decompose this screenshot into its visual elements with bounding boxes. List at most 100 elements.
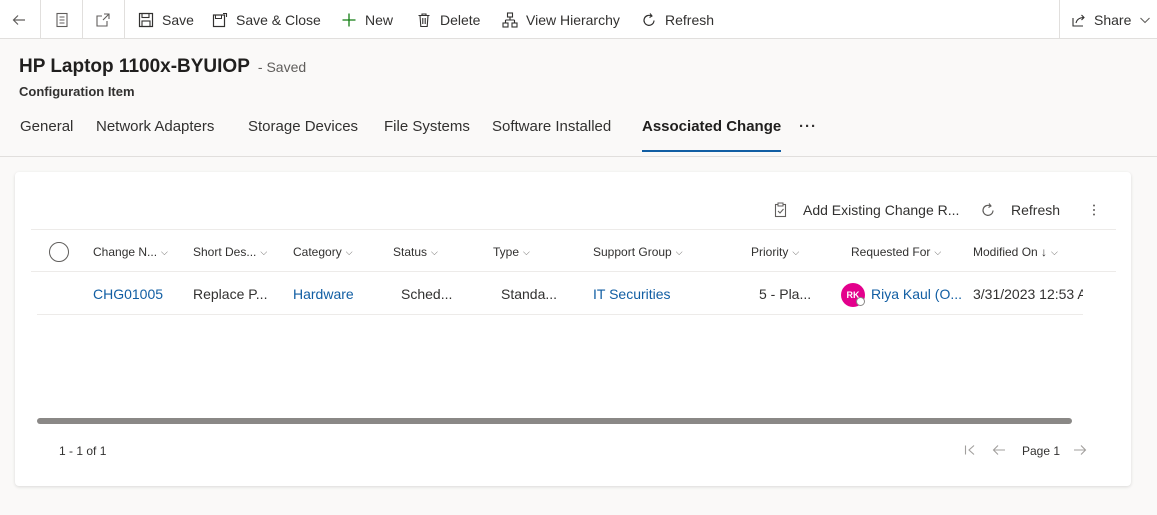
form-selector-button[interactable] <box>54 0 70 39</box>
column-label: Status <box>393 245 428 259</box>
column-label: Change N... <box>93 245 158 259</box>
arrow-left-icon <box>992 445 1005 455</box>
cell-status: Sched... <box>401 286 453 302</box>
share-label: Share <box>1094 11 1132 28</box>
column-header-category[interactable]: Category ⌵ <box>293 243 353 261</box>
column-label: Category <box>293 245 342 259</box>
cell-category[interactable]: Hardware <box>293 286 383 302</box>
tab-software-installed[interactable]: Software Installed <box>492 118 611 152</box>
refresh-button[interactable]: Refresh <box>641 0 714 39</box>
more-vertical-icon <box>1093 204 1095 216</box>
chevron-down-icon: ⌵ <box>431 246 438 257</box>
refresh-icon <box>982 203 994 216</box>
new-label: New <box>365 11 394 28</box>
column-header-change-number[interactable]: Change N... ⌵ <box>93 243 168 261</box>
cell-type: Standa... <box>501 286 558 302</box>
tab-file-systems[interactable]: File Systems <box>384 118 470 152</box>
more-tabs-button[interactable]: ··· <box>799 118 817 152</box>
entity-name: Configuration Item <box>19 84 135 99</box>
first-page-icon <box>964 445 975 455</box>
save-status: - Saved <box>257 59 307 75</box>
cell-change-number[interactable]: CHG01005 <box>93 286 183 302</box>
more-commands-button[interactable] <box>1086 200 1102 220</box>
form-icon <box>56 12 68 27</box>
chevron-down-icon: ⌵ <box>1051 246 1058 257</box>
grid-refresh-button[interactable]: Refresh <box>980 200 1060 220</box>
save-close-label: Save & Close <box>236 11 321 28</box>
record-count: 1 - 1 of 1 <box>59 444 107 458</box>
pop-out-icon <box>96 12 110 27</box>
view-hierarchy-label: View Hierarchy <box>526 11 620 28</box>
hierarchy-icon <box>502 11 518 28</box>
delete-button[interactable]: Delete <box>416 0 480 39</box>
chevron-down-icon: ⌵ <box>675 246 683 257</box>
cell-short-description: Replace P... <box>193 286 268 302</box>
share-icon <box>1072 14 1085 27</box>
cell-requested-for[interactable]: Riya Kaul (O... <box>871 286 966 302</box>
chevron-down-icon <box>1140 17 1151 23</box>
column-header-short-description[interactable]: Short Des... ⌵ <box>193 243 267 261</box>
column-header-support-group[interactable]: Support Group ⌵ <box>593 243 683 261</box>
grid-top-divider <box>31 229 1116 230</box>
record-title: HP Laptop 1100x-BYUIOP <box>19 56 250 77</box>
save-label: Save <box>162 11 194 28</box>
separator <box>82 0 83 39</box>
view-hierarchy-button[interactable]: View Hierarchy <box>502 0 620 39</box>
chevron-down-icon: ⌵ <box>260 246 268 257</box>
separator <box>40 0 41 39</box>
chevron-down-icon: ⌵ <box>345 246 353 257</box>
record-header: HP Laptop 1100x-BYUIOP - Saved <box>19 56 306 78</box>
column-header-type[interactable]: Type ⌵ <box>493 243 530 261</box>
header-divider <box>0 156 1157 157</box>
arrow-right-icon <box>1074 445 1087 455</box>
delete-label: Delete <box>440 11 481 28</box>
column-label: Support Group <box>593 245 672 259</box>
page-number: Page 1 <box>1022 444 1061 458</box>
tab-general[interactable]: General <box>20 118 73 152</box>
header-divider <box>31 271 1116 272</box>
column-header-modified-on[interactable]: Modified On ↓ ⌵ <box>973 243 1058 261</box>
previous-page-button[interactable] <box>992 440 1006 460</box>
row-divider <box>37 314 1083 315</box>
select-all-checkbox[interactable] <box>48 242 70 262</box>
cell-modified-on: 3/31/2023 12:53 A <box>973 286 1083 302</box>
refresh-label: Refresh <box>665 11 715 28</box>
horizontal-scrollbar[interactable] <box>37 418 1072 424</box>
column-label: Short Des... <box>193 245 257 259</box>
column-header-priority[interactable]: Priority ⌵ <box>751 243 799 261</box>
chevron-down-icon: ⌵ <box>523 246 530 257</box>
cell-priority: 5 - Pla... <box>759 286 812 302</box>
next-page-button[interactable] <box>1073 440 1087 460</box>
tab-storage-devices[interactable]: Storage Devices <box>248 118 358 152</box>
separator <box>124 0 125 39</box>
save-close-icon <box>212 12 228 27</box>
tab-network-adapters[interactable]: Network Adapters <box>96 118 214 152</box>
tab-associated-change[interactable]: Associated Change <box>642 118 782 152</box>
back-button[interactable] <box>11 0 27 39</box>
column-header-requested-for[interactable]: Requested For ⌵ <box>851 243 941 261</box>
column-label: Priority <box>751 245 789 259</box>
add-existing-icon <box>774 202 787 218</box>
save-icon <box>138 12 154 27</box>
chevron-down-icon: ⌵ <box>934 246 942 257</box>
open-new-window-button[interactable] <box>95 0 111 39</box>
share-button[interactable]: Share <box>1071 0 1151 39</box>
column-header-status[interactable]: Status ⌵ <box>393 243 438 261</box>
add-existing-change-button[interactable]: Add Existing Change R... <box>773 200 959 220</box>
save-close-button[interactable]: Save & Close <box>212 0 321 39</box>
separator <box>1059 0 1060 39</box>
column-label: Modified On ↓ <box>973 245 1048 259</box>
chevron-down-icon: ⌵ <box>792 246 800 257</box>
circle-checkbox-icon <box>49 242 69 262</box>
save-button[interactable]: Save <box>138 0 194 39</box>
column-label: Type <box>493 245 520 259</box>
add-existing-label: Add Existing Change R... <box>803 202 960 218</box>
trash-icon <box>418 12 430 27</box>
grid-refresh-label: Refresh <box>1011 202 1061 218</box>
first-page-button[interactable] <box>963 440 977 460</box>
plus-icon <box>342 13 356 26</box>
new-button[interactable]: New <box>341 0 393 39</box>
cell-support-group[interactable]: IT Securities <box>593 286 743 302</box>
refresh-icon <box>643 12 655 26</box>
chevron-down-icon: ⌵ <box>161 246 168 257</box>
